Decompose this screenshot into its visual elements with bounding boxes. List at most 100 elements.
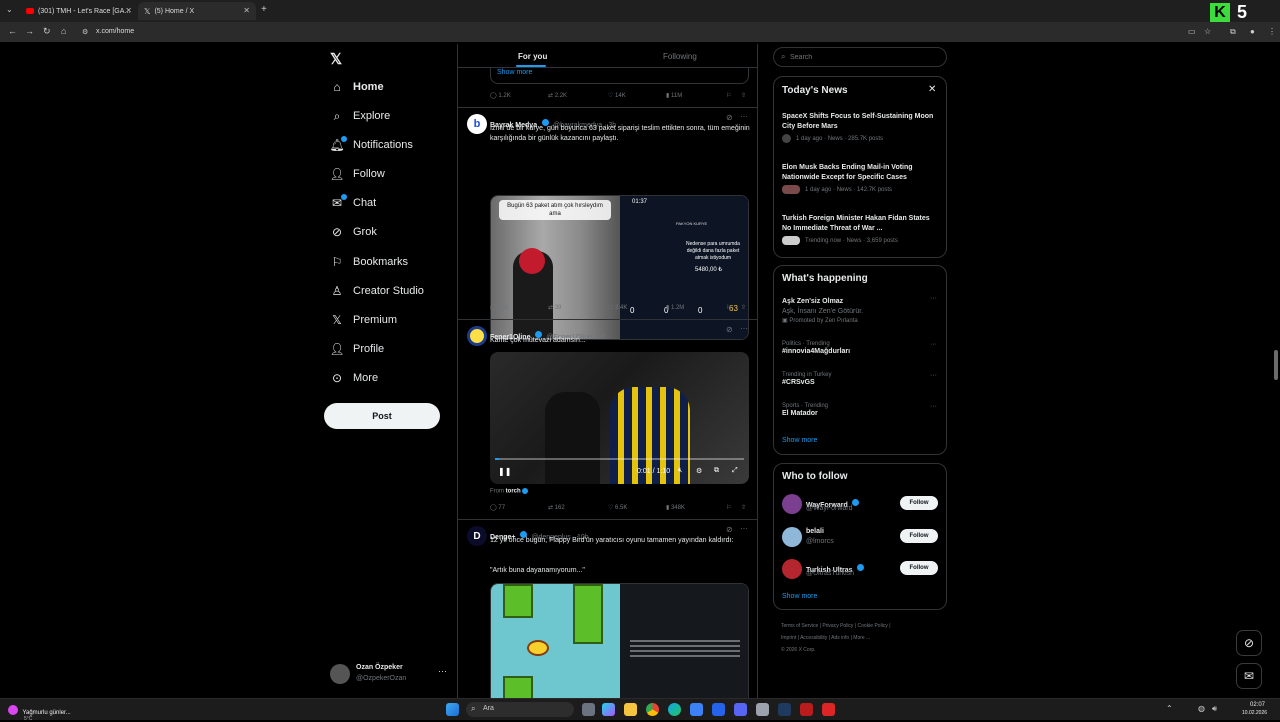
follow-suggestion[interactable]: belali @lmorcs Follow bbox=[782, 526, 942, 548]
reload-icon[interactable]: ↻ bbox=[43, 26, 51, 37]
star-icon[interactable]: ☆ bbox=[1204, 27, 1211, 36]
app-icon[interactable] bbox=[800, 703, 813, 716]
windows-start-icon[interactable] bbox=[446, 703, 459, 716]
more-icon[interactable]: ··· bbox=[740, 524, 748, 533]
more-icon[interactable]: ··· bbox=[930, 403, 937, 410]
nav-notifications[interactable]: 🔔︎ Notifications bbox=[329, 135, 413, 155]
chrome-icon[interactable] bbox=[646, 703, 659, 716]
tab-for-you[interactable]: For you bbox=[518, 52, 547, 61]
tab-x-home[interactable]: 𝕏 (5) Home / X ✕ bbox=[138, 2, 256, 20]
outlook-icon[interactable] bbox=[712, 703, 725, 716]
search-input[interactable] bbox=[790, 51, 940, 64]
bookmark-icon[interactable]: ⚐ bbox=[726, 504, 731, 511]
follow-button[interactable]: Follow bbox=[900, 496, 938, 510]
home-icon[interactable]: ⌂ bbox=[61, 26, 66, 36]
news-item[interactable]: Elon Musk Backs Ending Mail-in Voting Na… bbox=[782, 163, 940, 194]
more-icon[interactable]: ··· bbox=[930, 372, 937, 379]
clock-time[interactable]: 02:07 bbox=[1250, 702, 1265, 708]
messages-fab[interactable]: ✉ bbox=[1236, 663, 1262, 689]
tweet[interactable]: Fener1Oline @Fener1Oline · 3h ⊘ ··· Kant… bbox=[458, 320, 757, 518]
app-icon[interactable] bbox=[822, 703, 835, 716]
pause-icon[interactable]: ❚❚ bbox=[498, 467, 511, 476]
like-icon[interactable]: ♡ 2.4K bbox=[608, 304, 627, 311]
reply-icon[interactable]: ◯ 1.2K bbox=[490, 92, 511, 99]
volume-icon[interactable]: 🔊︎ bbox=[1212, 704, 1217, 714]
file-explorer-icon[interactable] bbox=[624, 703, 637, 716]
edge-icon[interactable] bbox=[668, 703, 681, 716]
trend-item[interactable]: Aşk Zen'siz Olmaz Aşk, İnsanı Zen'e Götü… bbox=[782, 295, 940, 324]
news-item[interactable]: Turkish Foreign Minister Hakan Fidan Sta… bbox=[782, 214, 940, 245]
retweet-icon[interactable]: ⇄ 162 bbox=[548, 504, 565, 511]
discord-icon[interactable] bbox=[734, 703, 747, 716]
follow-suggestion[interactable]: Turkish Ultras @UltrasTurkish Follow bbox=[782, 558, 942, 580]
footer-link[interactable]: Accessibility bbox=[800, 635, 827, 641]
trend-item[interactable]: Politics · Trending #innovia4Mağdurları … bbox=[782, 341, 940, 357]
follow-button[interactable]: Follow bbox=[900, 561, 938, 575]
footer-link[interactable]: Ads info bbox=[831, 635, 849, 641]
nav-profile[interactable]: 👤︎ Profile bbox=[329, 339, 384, 359]
nav-premium[interactable]: 𝕏 Premium bbox=[330, 310, 397, 330]
url-field[interactable]: x.com/home bbox=[96, 28, 134, 35]
news-item[interactable]: SpaceX Shifts Focus to Self-Sustaining M… bbox=[782, 112, 940, 143]
show-more-link[interactable]: Show more bbox=[782, 593, 817, 600]
close-icon[interactable]: ✕ bbox=[928, 84, 936, 95]
clock-date[interactable]: 10.02.2026 bbox=[1242, 710, 1267, 716]
nav-home[interactable]: ⌂ Home bbox=[330, 77, 383, 97]
follow-suggestion[interactable]: WayForward @WayForward Follow bbox=[782, 493, 942, 515]
mute-icon[interactable]: 🔇︎ bbox=[678, 467, 682, 475]
views-icon[interactable]: ▮ 11M bbox=[666, 92, 682, 99]
share-icon[interactable]: ⇧ bbox=[741, 304, 746, 311]
grok-icon[interactable]: ⊘ bbox=[726, 325, 733, 334]
like-icon[interactable]: ♡ 14K bbox=[608, 92, 626, 99]
profile-icon[interactable]: ● bbox=[1250, 27, 1255, 36]
trend-item[interactable]: Trending in Turkey #CRSvGS ··· bbox=[782, 372, 940, 388]
share-icon[interactable]: ⇧ bbox=[741, 92, 746, 99]
retweet-icon[interactable]: ⇄ 39 bbox=[548, 304, 561, 311]
trend-item[interactable]: Sports · Trending El Matador ··· bbox=[782, 403, 940, 419]
footer-link[interactable]: Privacy Policy bbox=[822, 623, 853, 629]
show-more-link[interactable]: Show more bbox=[497, 69, 532, 76]
tweet-media[interactable] bbox=[490, 583, 749, 700]
tray-chevron-icon[interactable]: ⌃ bbox=[1166, 704, 1173, 713]
nav-chat[interactable]: ✉ Chat bbox=[330, 193, 376, 213]
close-icon[interactable]: ✕ bbox=[125, 6, 132, 15]
grok-icon[interactable]: ⊘ bbox=[726, 525, 733, 534]
reply-icon[interactable]: ◯ 183 bbox=[490, 304, 508, 311]
nav-grok[interactable]: ⊘ Grok bbox=[330, 222, 377, 242]
forward-icon[interactable]: → bbox=[25, 26, 34, 36]
settings-icon[interactable]: ⚙ bbox=[696, 467, 702, 475]
steam-icon[interactable] bbox=[778, 703, 791, 716]
footer-link[interactable]: Cookie Policy bbox=[858, 623, 888, 629]
tweet[interactable]: D Denge+ @dengeplus · 10h ⊘ ··· 12 yıl ö… bbox=[458, 520, 757, 700]
grok-fab[interactable]: ⊘ bbox=[1236, 630, 1262, 656]
follow-button[interactable]: Follow bbox=[900, 529, 938, 543]
install-icon[interactable]: ▭ bbox=[1188, 27, 1196, 36]
new-tab-icon[interactable]: + bbox=[261, 4, 267, 15]
nav-bookmarks[interactable]: ⚐ Bookmarks bbox=[330, 252, 408, 272]
site-info-icon[interactable]: ⚙ bbox=[82, 28, 88, 36]
like-icon[interactable]: ♡ 6.5K bbox=[608, 504, 627, 511]
views-icon[interactable]: ▮ 348K bbox=[666, 504, 685, 511]
tweet[interactable]: b Bayrak Medya @bayrakmedya · 3h ⊘ ··· İ… bbox=[458, 108, 757, 340]
grok-icon[interactable]: ⊘ bbox=[726, 113, 733, 122]
more-icon[interactable]: ··· bbox=[740, 324, 748, 333]
more-icon[interactable]: ··· bbox=[930, 341, 937, 348]
account-switcher[interactable]: Ozan Özpeker @OzpekerOzan ··· bbox=[330, 662, 450, 686]
menu-icon[interactable]: ⋮ bbox=[1268, 27, 1276, 36]
nav-creator-studio[interactable]: ♙ Creator Studio bbox=[330, 281, 424, 301]
network-icon[interactable]: ◍ bbox=[1198, 704, 1205, 713]
progress-track[interactable] bbox=[495, 458, 744, 460]
taskbar-search[interactable]: ⌕ Ara bbox=[466, 702, 574, 717]
footer-link[interactable]: More ... bbox=[853, 635, 870, 641]
footer-link[interactable]: Imprint bbox=[781, 635, 796, 641]
fullscreen-icon[interactable]: ⤢ bbox=[732, 467, 738, 475]
post-button[interactable]: Post bbox=[324, 403, 440, 429]
footer-link[interactable]: Terms of Service bbox=[781, 623, 818, 629]
nav-more[interactable]: ⊙ More bbox=[330, 368, 378, 388]
show-more-link[interactable]: Show more bbox=[782, 437, 817, 444]
source-name[interactable]: torch bbox=[506, 489, 521, 495]
search-box[interactable]: ⌕ bbox=[773, 47, 947, 67]
scrollbar-thumb[interactable] bbox=[1274, 350, 1278, 380]
task-view-icon[interactable] bbox=[582, 703, 595, 716]
share-icon[interactable]: ⇧ bbox=[741, 504, 746, 511]
